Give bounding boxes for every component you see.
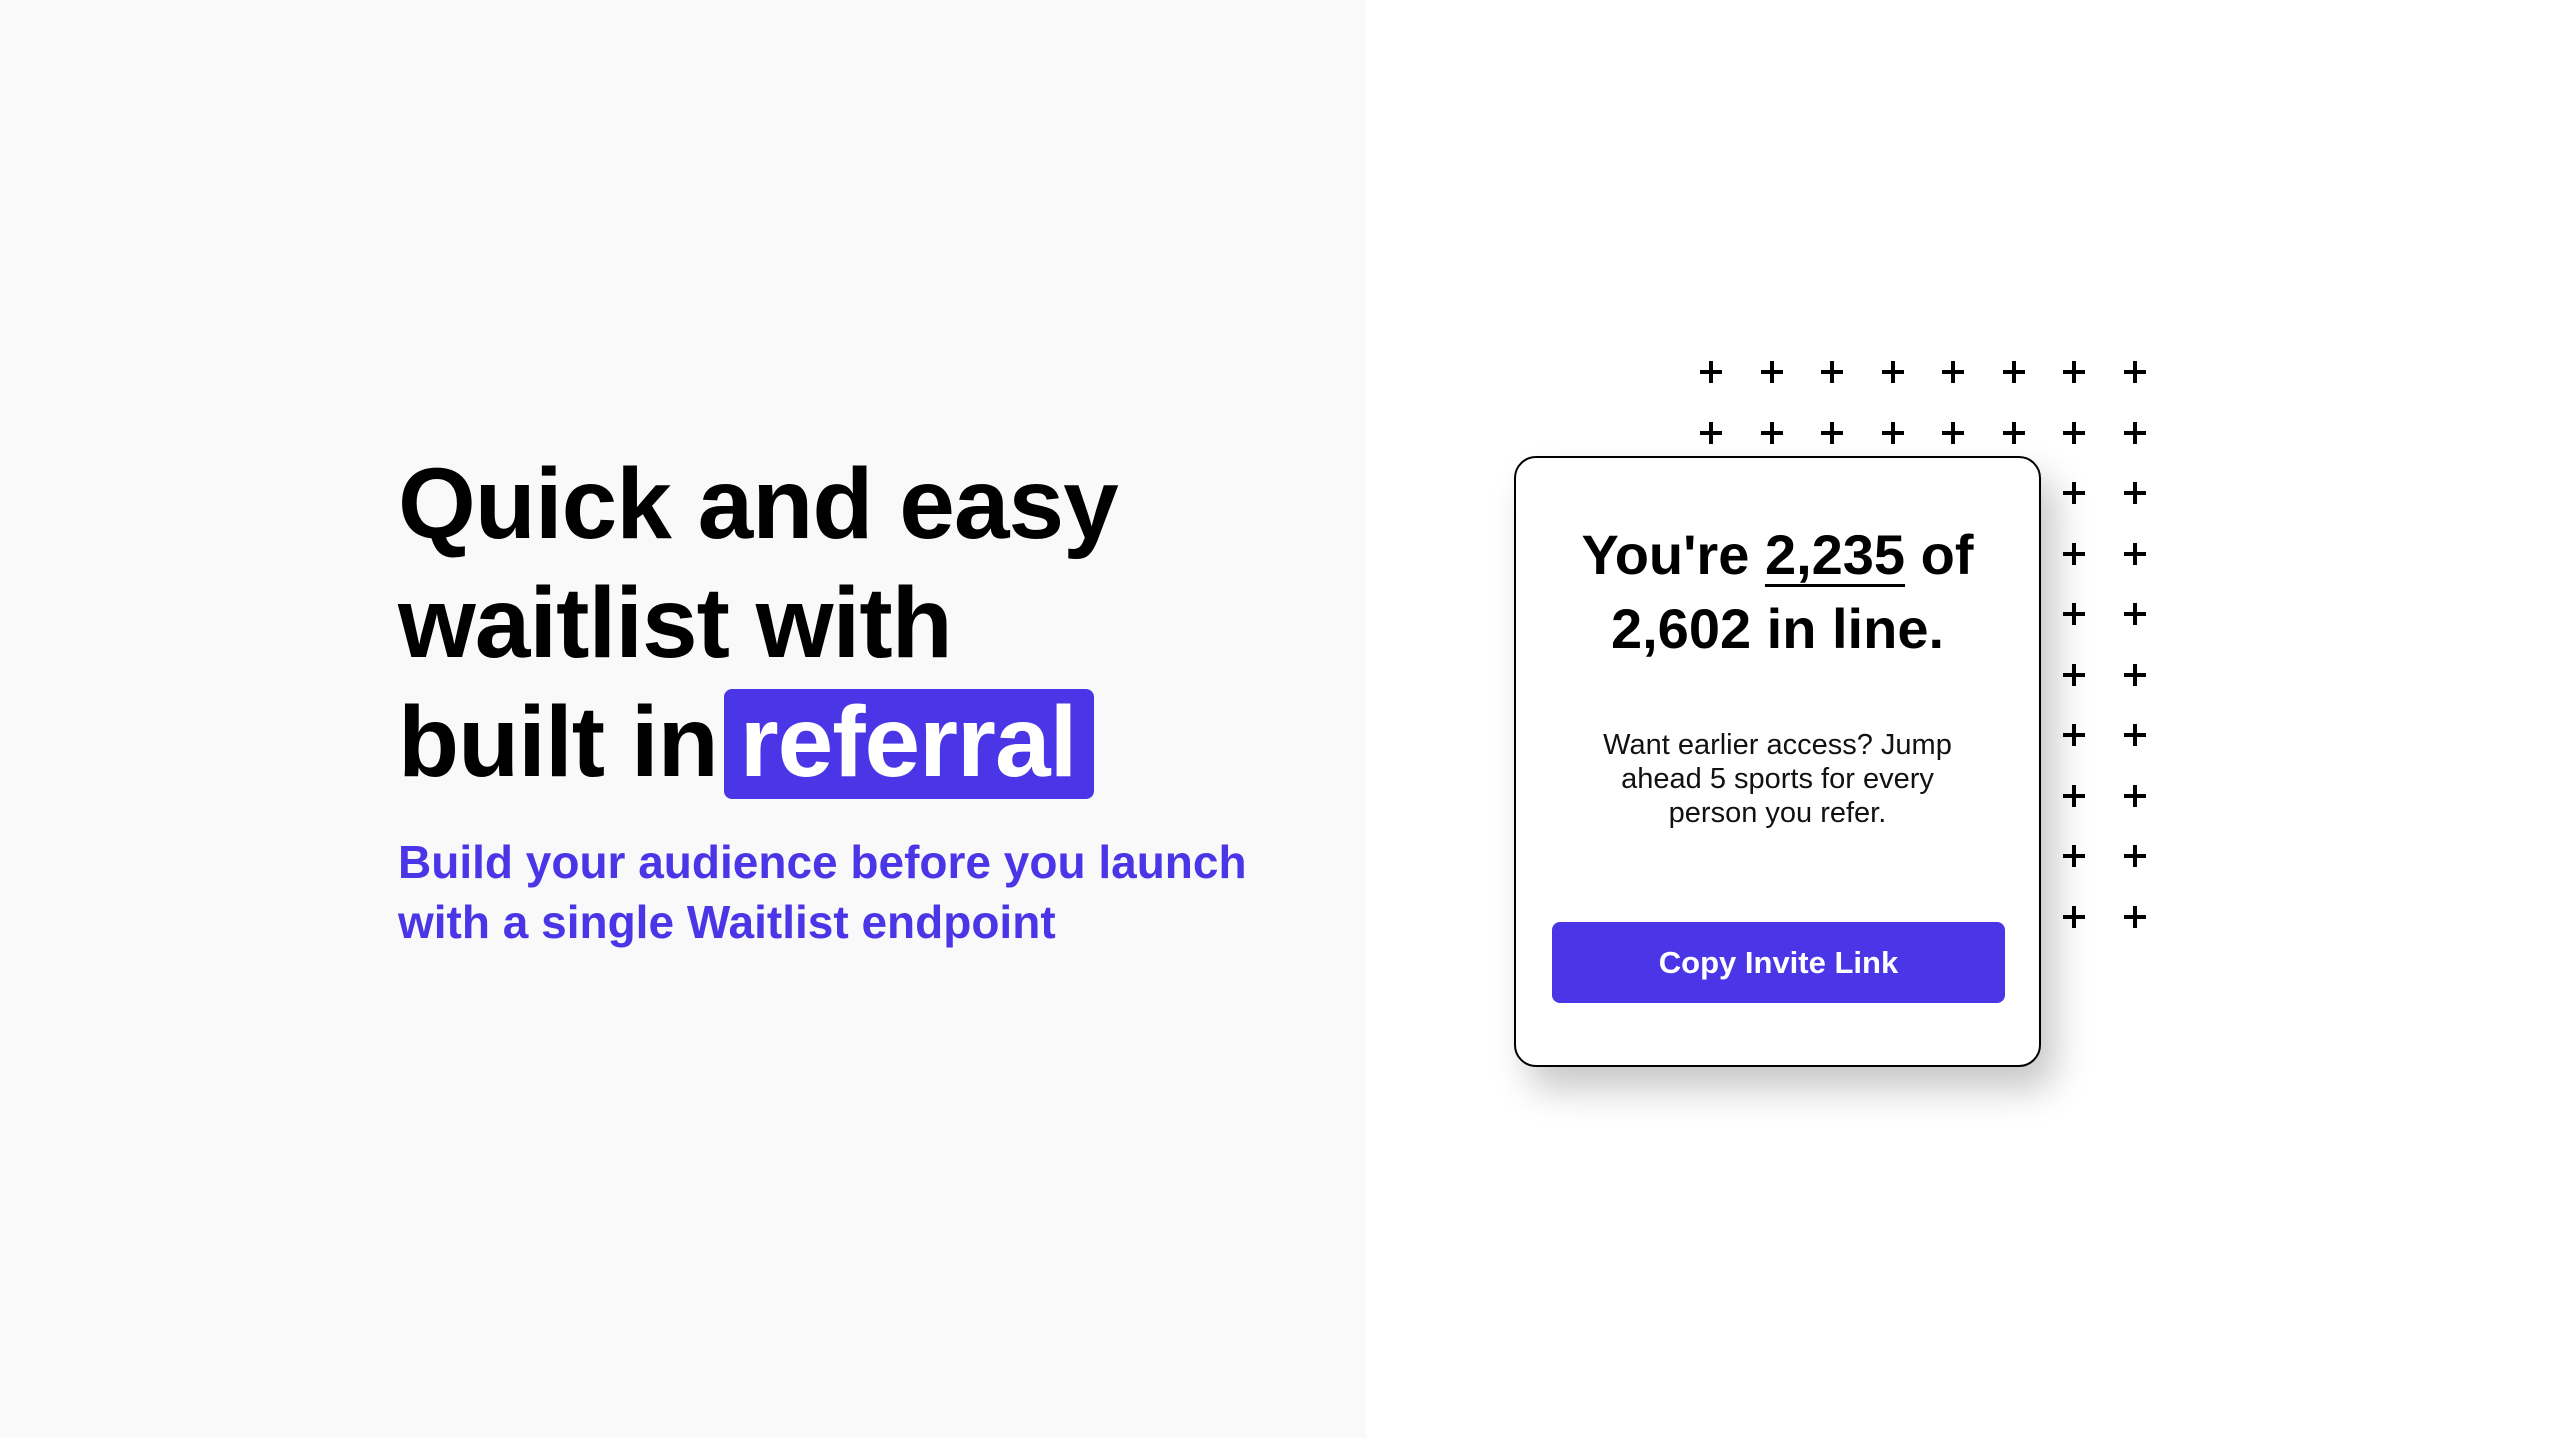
title-prefix: You're xyxy=(1581,523,1750,586)
plus-icon xyxy=(2063,603,2085,625)
plus-icon xyxy=(2123,845,2146,867)
plus-icon xyxy=(2123,724,2146,746)
plus-icon xyxy=(2002,361,2025,383)
plus-icon xyxy=(2123,663,2146,686)
plus-icon xyxy=(1760,361,1783,383)
plus-icon xyxy=(2063,482,2085,504)
plus-icon xyxy=(1942,361,1964,383)
plus-icon xyxy=(1881,361,1904,383)
plus-icon xyxy=(2123,784,2146,807)
waitlist-position-heading: You're 2,235 of 2,602 in line. xyxy=(1516,518,2039,666)
plus-icon xyxy=(2063,784,2085,807)
plus-icon xyxy=(2063,905,2085,928)
plus-icon xyxy=(2063,845,2085,867)
plus-icon xyxy=(2002,421,2025,444)
plus-icon xyxy=(2063,542,2085,565)
plus-icon xyxy=(2123,905,2146,928)
waitlist-card: You're 2,235 of 2,602 in line. Want earl… xyxy=(1514,456,2041,1067)
copy-invite-link-button[interactable]: Copy Invite Link xyxy=(1552,922,2005,1003)
plus-icon xyxy=(2123,421,2146,444)
plus-pattern xyxy=(0,0,2560,1438)
plus-icon xyxy=(2123,542,2146,565)
plus-icon xyxy=(2123,361,2146,383)
waitlist-position: 2,235 xyxy=(1764,523,1906,586)
plus-icon xyxy=(2063,421,2085,444)
plus-icon xyxy=(2063,361,2085,383)
title-suffix: in line. xyxy=(1766,597,1945,660)
plus-icon xyxy=(1821,361,1843,383)
plus-icon xyxy=(1700,421,1722,444)
plus-icon xyxy=(2063,724,2085,746)
waitlist-total: 2,602 xyxy=(1610,597,1752,660)
plus-icon xyxy=(1700,361,1722,383)
title-mid: of xyxy=(1920,523,1974,586)
plus-icon xyxy=(2123,603,2146,625)
plus-icon xyxy=(1760,421,1783,444)
referral-description: Want earlier access? Jump ahead 5 sports… xyxy=(1603,729,1952,829)
plus-icon xyxy=(1942,421,1964,444)
plus-icon xyxy=(1821,421,1843,444)
plus-icon xyxy=(2063,663,2085,686)
plus-icon xyxy=(1881,421,1904,444)
plus-icon xyxy=(2123,482,2146,504)
